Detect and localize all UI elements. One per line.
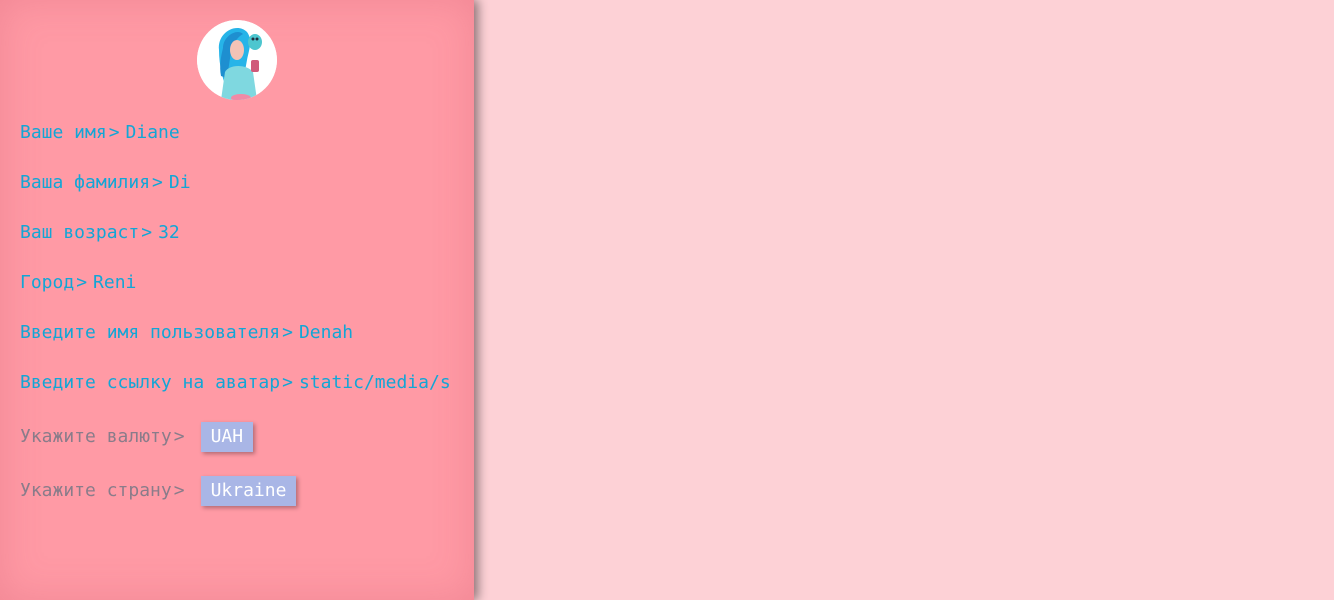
- separator: >: [282, 372, 293, 393]
- country-label: Укажите страну: [20, 480, 172, 501]
- country-row: Укажите страну > Ukraine: [20, 476, 297, 506]
- first-name-value[interactable]: Diane: [126, 121, 180, 145]
- city-row: Город > Reni: [20, 271, 136, 295]
- last-name-row: Ваша фамилия > Di: [20, 171, 191, 195]
- separator: >: [282, 322, 293, 343]
- currency-row: Укажите валюту > UAH: [20, 422, 254, 452]
- separator: >: [152, 172, 163, 193]
- avatar-link-label: Введите ссылку на аватар: [20, 372, 281, 393]
- separator: >: [76, 272, 88, 293]
- username-label: Введите имя пользователя: [20, 322, 281, 343]
- username-value[interactable]: Denah: [299, 321, 353, 345]
- separator: >: [141, 222, 153, 243]
- currency-select[interactable]: UAH: [200, 422, 254, 452]
- separator: >: [173, 480, 185, 501]
- country-select[interactable]: Ukraine: [200, 476, 297, 506]
- city-value[interactable]: Reni: [93, 271, 136, 295]
- age-label: Ваш возраст: [20, 222, 140, 243]
- city-label: Город: [20, 272, 75, 293]
- last-name-value[interactable]: Di: [169, 171, 191, 195]
- avatar-link-value[interactable]: static/media/s: [299, 371, 451, 395]
- separator: >: [173, 426, 185, 447]
- age-value[interactable]: 32: [158, 221, 180, 245]
- profile-panel: Ваше имя > Diane Ваша фамилия > Di Ваш в…: [0, 0, 474, 600]
- first-name-row: Ваше имя > Diane: [20, 121, 180, 145]
- age-row: Ваш возраст > 32: [20, 221, 180, 245]
- avatar[interactable]: [197, 20, 277, 100]
- last-name-label: Ваша фамилия: [20, 172, 151, 193]
- avatar-image: [197, 20, 277, 100]
- username-row: Введите имя пользователя > Denah: [20, 321, 353, 345]
- separator: >: [108, 122, 120, 143]
- first-name-label: Ваше имя: [20, 122, 107, 143]
- currency-label: Укажите валюту: [20, 426, 172, 447]
- avatar-link-row: Введите ссылку на аватар > static/media/…: [20, 371, 451, 395]
